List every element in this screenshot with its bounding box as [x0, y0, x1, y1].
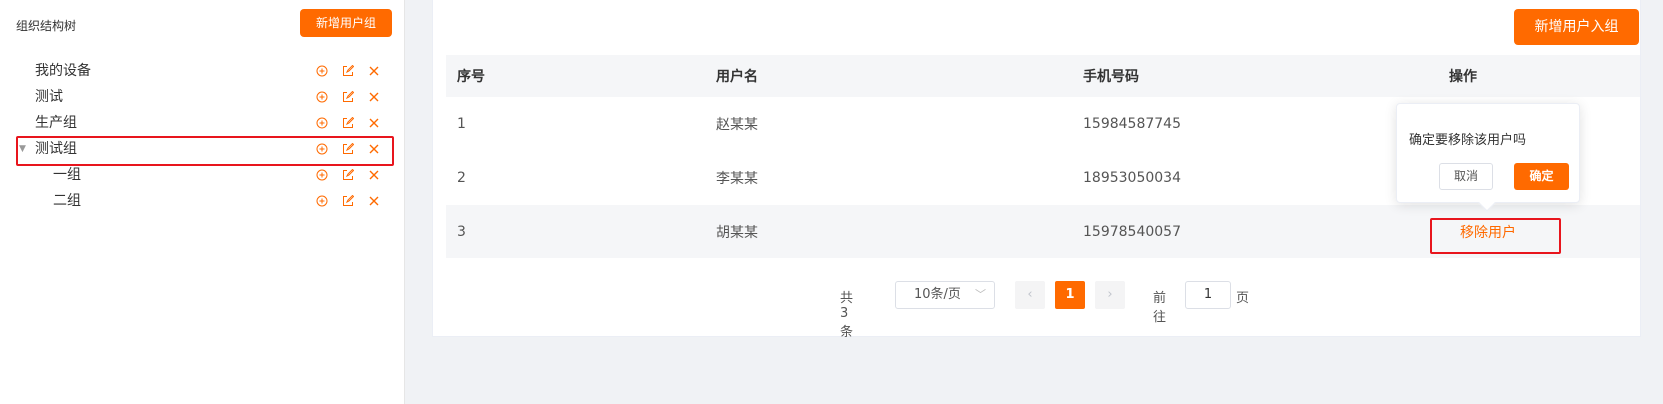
- org-tree-title: 组织结构树: [16, 19, 77, 33]
- close-icon[interactable]: [361, 84, 387, 110]
- table-row: 3 胡某某 15978540057 移除用户: [446, 205, 1640, 259]
- edit-icon[interactable]: [335, 188, 361, 214]
- close-icon[interactable]: [361, 162, 387, 188]
- confirm-remove-popover: 确定要移除该用户吗 取消 确定: [1396, 103, 1580, 212]
- tree-node-selected[interactable]: ▼ 测试组: [16, 136, 392, 162]
- goto-page-input[interactable]: 1: [1185, 281, 1231, 309]
- page-size-select[interactable]: 10条/页 ﹀: [895, 281, 995, 309]
- cell-index: 3: [457, 223, 466, 240]
- tree-node-label[interactable]: 测试组: [35, 136, 77, 162]
- edit-icon[interactable]: [335, 58, 361, 84]
- cancel-button[interactable]: 取消: [1439, 163, 1493, 190]
- circle-plus-icon[interactable]: [309, 162, 335, 188]
- cell-username: 胡某某: [716, 224, 758, 241]
- cell-phone: 18953050034: [1083, 169, 1181, 186]
- tree-node[interactable]: 一组: [16, 162, 392, 188]
- cell-phone: 15984587745: [1083, 115, 1181, 132]
- tree-node-label[interactable]: 一组: [53, 162, 81, 188]
- cell-index: 2: [457, 169, 466, 186]
- page-suffix: 页: [1236, 291, 1250, 306]
- circle-plus-icon[interactable]: [309, 136, 335, 162]
- cell-username: 李某某: [716, 170, 758, 187]
- header-phone: 手机号码: [1083, 69, 1139, 85]
- edit-icon[interactable]: [335, 84, 361, 110]
- close-icon[interactable]: [361, 110, 387, 136]
- tree-node-label[interactable]: 二组: [53, 188, 81, 214]
- circle-plus-icon[interactable]: [309, 188, 335, 214]
- header-actions: 操作: [1449, 69, 1477, 85]
- popover-message: 确定要移除该用户吗: [1409, 133, 1527, 148]
- tree-node[interactable]: 我的设备: [16, 58, 392, 84]
- tree-node-label[interactable]: 生产组: [35, 110, 77, 136]
- cell-username: 赵某某: [716, 116, 758, 133]
- add-user-group-button[interactable]: 新增用户组: [300, 9, 392, 37]
- prev-page-button[interactable]: ‹: [1015, 281, 1045, 309]
- header-username: 用户名: [716, 69, 758, 85]
- remove-user-link[interactable]: 移除用户: [1460, 222, 1516, 242]
- close-icon[interactable]: [361, 188, 387, 214]
- edit-icon[interactable]: [335, 162, 361, 188]
- add-user-to-group-button[interactable]: 新增用户入组: [1514, 9, 1639, 45]
- org-tree-panel: 组织结构树 新增用户组 我的设备 测试 生产组 ▼ 测试组 一组 二组: [0, 0, 405, 404]
- edit-icon[interactable]: [335, 136, 361, 162]
- table-header: 序号 用户名 手机号码 操作: [446, 55, 1640, 97]
- goto-label: 前往: [1153, 291, 1167, 325]
- chevron-right-icon: ›: [1107, 287, 1113, 302]
- cell-phone: 15978540057: [1083, 223, 1181, 240]
- chevron-left-icon: ‹: [1027, 287, 1033, 302]
- cell-index: 1: [457, 115, 466, 132]
- tree-node[interactable]: 生产组: [16, 110, 392, 136]
- tree-node[interactable]: 二组: [16, 188, 392, 214]
- pagination-total: 共 3 条: [840, 291, 854, 340]
- close-icon[interactable]: [361, 136, 387, 162]
- header-index: 序号: [457, 69, 485, 85]
- caret-down-icon[interactable]: ▼: [19, 136, 26, 162]
- page-size-value: 10条/页: [914, 287, 961, 302]
- next-page-button[interactable]: ›: [1095, 281, 1125, 309]
- tree-node[interactable]: 测试: [16, 84, 392, 110]
- edit-icon[interactable]: [335, 110, 361, 136]
- org-tree: 我的设备 测试 生产组 ▼ 测试组 一组 二组: [16, 58, 392, 214]
- circle-plus-icon[interactable]: [309, 58, 335, 84]
- page-number-current[interactable]: 1: [1055, 281, 1085, 309]
- circle-plus-icon[interactable]: [309, 84, 335, 110]
- confirm-button[interactable]: 确定: [1514, 163, 1569, 190]
- tree-node-label[interactable]: 测试: [35, 84, 63, 110]
- chevron-down-icon: ﹀: [975, 288, 986, 301]
- circle-plus-icon[interactable]: [309, 110, 335, 136]
- tree-node-label[interactable]: 我的设备: [35, 58, 91, 84]
- close-icon[interactable]: [361, 58, 387, 84]
